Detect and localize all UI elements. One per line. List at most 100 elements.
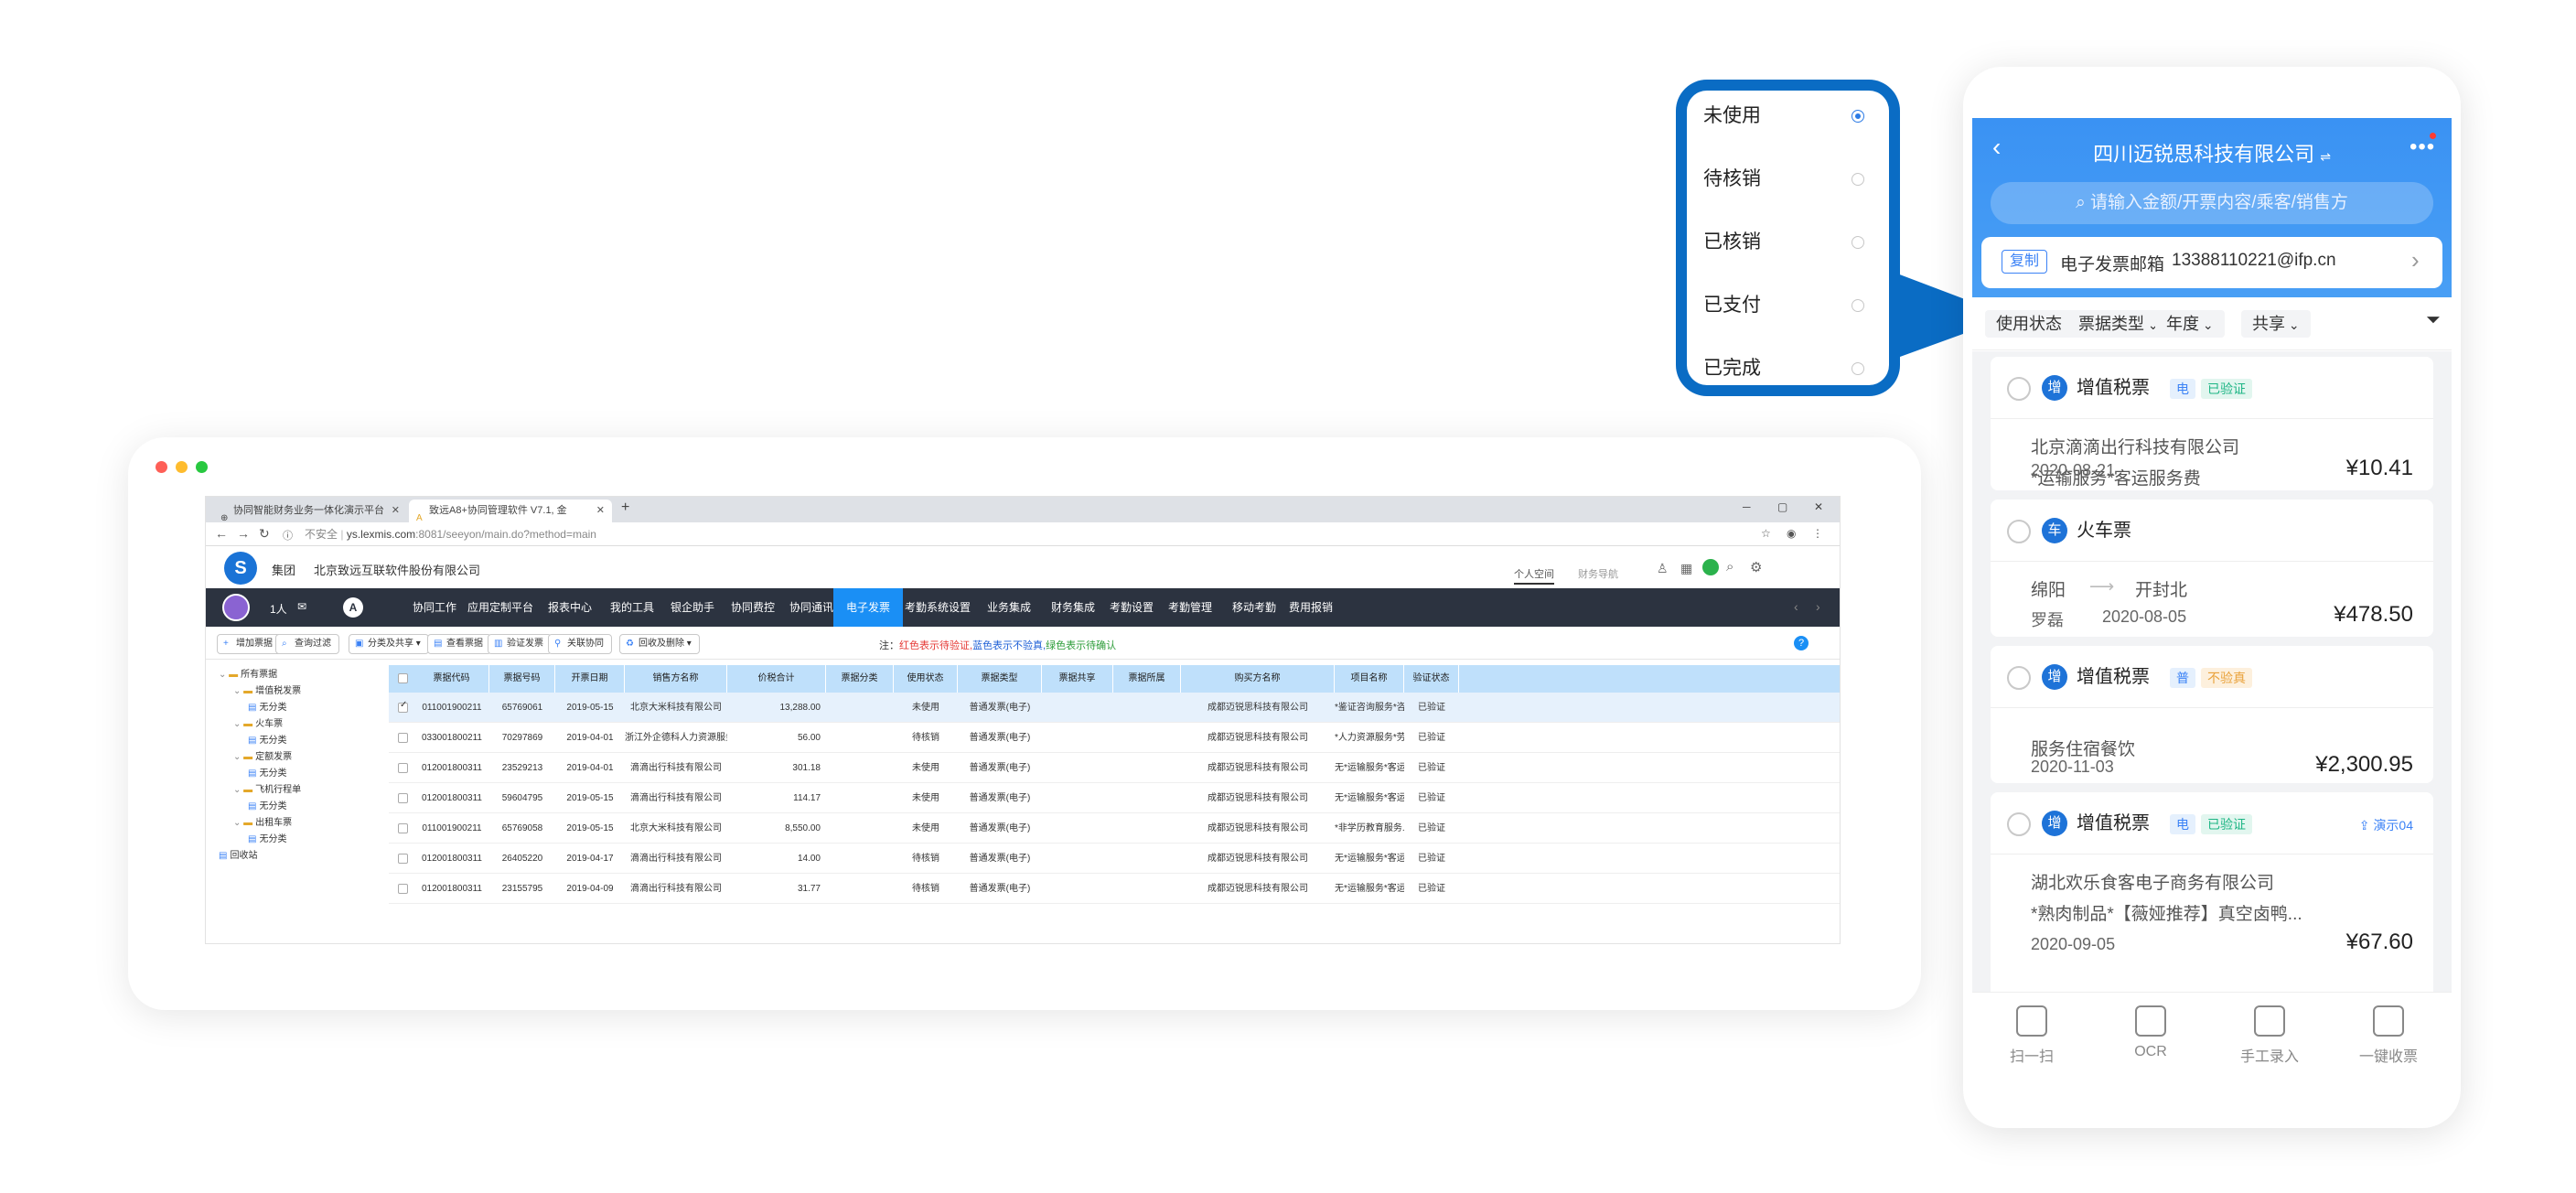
link-finance-nav[interactable]: 财务导航 <box>1578 566 1618 581</box>
tree-toggle-icon[interactable]: ⌄ <box>233 752 243 762</box>
tree-item[interactable]: ▤ 无分类 <box>219 733 383 749</box>
status-option-4[interactable]: 已完成 <box>1703 352 1877 385</box>
toolbar-button-3[interactable]: ▤ 查看票据 <box>427 634 491 654</box>
tree-item[interactable]: ⌄ ▬ 增值税发票 <box>219 683 383 700</box>
window-close-button[interactable]: ✕ <box>1814 500 1823 513</box>
help-icon[interactable]: ? <box>1794 636 1809 650</box>
link-personal-space[interactable]: 个人空间 <box>1514 566 1554 585</box>
tree-item[interactable]: ⌄ ▬ 定额发票 <box>219 749 383 766</box>
nav-item-7[interactable]: 电子发票 <box>833 588 904 627</box>
profile-icon[interactable]: ◉ <box>1787 527 1796 540</box>
browser-menu-icon[interactable]: ⋮ <box>1812 527 1823 540</box>
column-header[interactable]: 票据分类 <box>826 665 894 693</box>
radio-icon[interactable] <box>1852 299 1864 312</box>
nav-item-3[interactable]: 我的工具 <box>610 588 654 627</box>
user-icon[interactable]: ♙ <box>1657 561 1669 576</box>
radio-icon[interactable] <box>1852 110 1864 123</box>
phone-icon[interactable] <box>1702 559 1719 575</box>
filter-funnel-icon[interactable]: ⏷ <box>2426 310 2441 331</box>
avatar[interactable] <box>222 594 250 621</box>
forward-icon[interactable]: → <box>237 526 250 541</box>
column-header[interactable]: 票据类型 <box>958 665 1042 693</box>
column-header[interactable]: 使用状态 <box>894 665 958 693</box>
filter-chip-2[interactable]: 年度 ⌄ <box>2155 310 2225 338</box>
window-minimize-button[interactable]: ─ <box>1743 500 1751 513</box>
phone-title[interactable]: 四川迈锐思科技有限公司 ⇌ <box>1972 138 2452 167</box>
nav-item-14[interactable]: 费用报销 <box>1289 588 1333 627</box>
copy-button[interactable]: 复制 <box>2002 250 2048 274</box>
app-a-icon[interactable]: A <box>343 597 363 618</box>
radio-icon[interactable] <box>1852 362 1864 375</box>
select-circle-icon[interactable] <box>2007 666 2031 690</box>
table-row[interactable]: 011001900211 65769061 2019-05-15 北京大米科技有限公司… <box>389 693 1840 723</box>
toolbar-button-6[interactable]: ♻ 回收及删除 ▾ <box>619 634 700 654</box>
gear-icon[interactable]: ⚙ <box>1750 559 1762 575</box>
filter-chip-3[interactable]: 共享 ⌄ <box>2241 310 2311 338</box>
column-header[interactable]: 验证状态 <box>1404 665 1459 693</box>
toolbar-button-4[interactable]: ▥ 验证发票 <box>488 634 552 654</box>
tree-toggle-icon[interactable]: ⌄ <box>219 670 229 680</box>
chevron-right-icon[interactable]: › <box>2411 246 2420 274</box>
tree-item[interactable]: ▤ 回收站 <box>219 848 383 865</box>
invoice-card[interactable]: 增增值税票电已验证 ⇪ 演示04 湖北欢乐食客电子商务有限公司 *熟肉制品*【薇娅推荐… <box>1991 792 2433 992</box>
url-field[interactable]: 不安全 | ys.lexmis.com:8081/seeyon/main.do?… <box>305 525 596 543</box>
row-checkbox[interactable] <box>398 793 408 803</box>
tree-toggle-icon[interactable]: ⌄ <box>233 785 243 795</box>
row-checkbox[interactable] <box>398 823 408 833</box>
phone-search-input[interactable]: ⌕ 请输入金额/开票内容/乘客/销售方 <box>1991 182 2433 224</box>
select-circle-icon[interactable] <box>2007 520 2031 543</box>
column-header[interactable]: 价税合计 <box>727 665 826 693</box>
tab-close-icon[interactable]: ✕ <box>596 500 605 522</box>
back-icon[interactable]: ← <box>215 526 228 541</box>
row-checkbox[interactable] <box>398 763 408 773</box>
table-row[interactable]: 012001800311 26405220 2019-04-17 滴滴出行科技有限公司… <box>389 844 1840 874</box>
share-tag[interactable]: ⇪ 演示04 <box>2359 816 2413 834</box>
browser-tab-1[interactable]: ⊕ 协同智能财务业务一体化演示平台 ✕ <box>213 500 407 522</box>
row-checkbox[interactable] <box>398 854 408 864</box>
browser-tab-2[interactable]: A 致远A8+协同管理软件 V7.1, 金 ✕ <box>409 500 612 522</box>
nav-item-5[interactable]: 协同费控 <box>731 588 775 627</box>
status-option-1[interactable]: 待核销 <box>1703 163 1877 196</box>
nav-prev-icon[interactable]: ‹ <box>1794 599 1798 614</box>
column-header[interactable]: 票据号码 <box>489 665 555 693</box>
filter-chip-1[interactable]: 票据类型 ⌄ <box>2067 310 2170 338</box>
table-row[interactable]: 012001800311 23529213 2019-04-01 滴滴出行科技有限公司… <box>389 753 1840 783</box>
search-icon[interactable]: ⌕ <box>1726 559 1733 575</box>
nav-item-4[interactable]: 银企助手 <box>671 588 714 627</box>
bookmark-star-icon[interactable]: ☆ <box>1761 527 1771 540</box>
new-tab-button[interactable]: + <box>621 500 629 516</box>
row-checkbox[interactable] <box>398 733 408 743</box>
status-option-0[interactable]: 未使用 <box>1703 100 1877 133</box>
nav-item-2[interactable]: 报表中心 <box>548 588 592 627</box>
nav-item-12[interactable]: 考勤管理 <box>1168 588 1212 627</box>
column-header[interactable]: 票据所属 <box>1113 665 1181 693</box>
online-user-count[interactable]: 1人 <box>270 601 287 617</box>
tree-toggle-icon[interactable]: ⌄ <box>233 719 243 729</box>
radio-icon[interactable] <box>1852 173 1864 186</box>
tab-close-icon[interactable]: ✕ <box>392 500 400 522</box>
bottom-action-0[interactable]: 扫一扫 <box>1981 1005 2082 1066</box>
nav-item-11[interactable]: 考勤设置 <box>1110 588 1154 627</box>
bottom-action-3[interactable]: 一键收票 <box>2338 1005 2439 1066</box>
company-name[interactable]: 北京致远互联软件股份有限公司 <box>314 561 480 578</box>
tree-item[interactable]: ⌄ ▬ 飞机行程单 <box>219 782 383 799</box>
nav-item-10[interactable]: 财务集成 <box>1051 588 1095 627</box>
tree-toggle-icon[interactable]: ⌄ <box>233 686 243 696</box>
nav-item-13[interactable]: 移动考勤 <box>1232 588 1276 627</box>
toolbar-button-1[interactable]: ⌕ 查询过滤 <box>275 634 339 654</box>
bottom-action-2[interactable]: 手工录入 <box>2219 1005 2320 1066</box>
column-header[interactable]: 项目名称 <box>1335 665 1404 693</box>
nav-item-6[interactable]: 协同通讯 <box>789 588 833 627</box>
table-row[interactable]: 033001800211 70297869 2019-04-01 浙江外企德科人力资源… <box>389 723 1840 753</box>
toolbar-button-2[interactable]: ▣ 分类及共享 ▾ <box>349 634 429 654</box>
table-row[interactable]: 012001800311 59604795 2019-05-15 滴滴出行科技有限公司… <box>389 783 1840 813</box>
tree-item[interactable]: ▤ 无分类 <box>219 799 383 815</box>
tree-toggle-icon[interactable]: ⌄ <box>233 818 243 828</box>
nav-item-0[interactable]: 协同工作 <box>413 588 456 627</box>
invoice-card[interactable]: 车火车票 绵阳 ⟶ 开封北 罗磊 2020-08-05 ¥478.50 <box>1991 500 2433 637</box>
tree-item[interactable]: ⌄ ▬ 火车票 <box>219 716 383 733</box>
nav-item-8[interactable]: 考勤系统设置 <box>905 588 971 627</box>
toolbar-button-5[interactable]: ⚲ 关联协同 <box>548 634 612 654</box>
select-all-checkbox[interactable] <box>398 673 408 683</box>
radio-icon[interactable] <box>1852 236 1864 249</box>
